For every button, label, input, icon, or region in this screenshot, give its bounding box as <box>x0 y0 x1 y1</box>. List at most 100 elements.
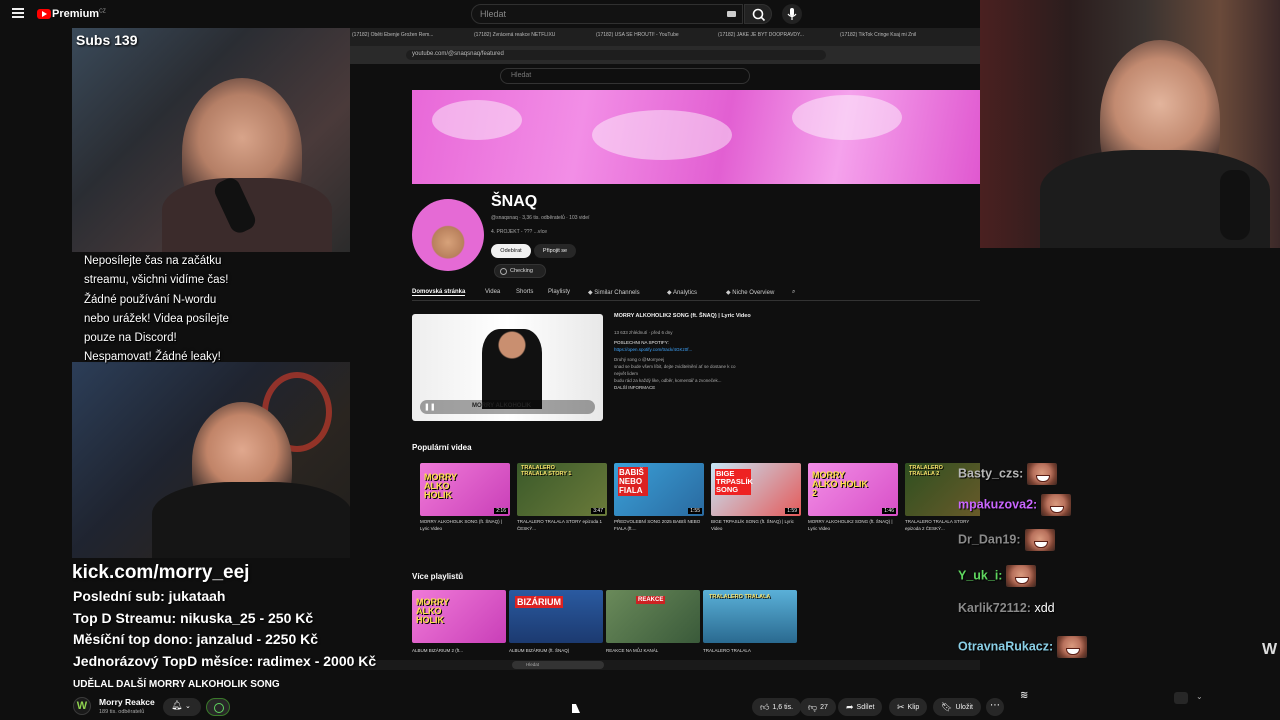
browser-tab[interactable]: (17182) JAKÉ JE BÝT DOOPRAVDY... <box>718 32 838 42</box>
more-actions-button[interactable]: ⋯ <box>986 698 1004 716</box>
subscriber-count: 189 tis. odběratelů <box>99 709 145 715</box>
export-icon[interactable] <box>1174 692 1188 704</box>
stat-line: Poslední sub: jukataah <box>73 588 226 604</box>
taskbar-search[interactable]: Hledat <box>512 661 604 669</box>
search-input[interactable]: Hledat <box>471 4 743 24</box>
tab-similar-channels[interactable]: ◆ Similar Channels <box>588 289 640 296</box>
channel-tabs: Domovská stránka Videa Shorts Playlisty … <box>412 287 980 301</box>
emote-icon <box>1041 494 1072 516</box>
spotify-link[interactable]: https://open.spotify.com/track/4GKz0f... <box>614 346 804 353</box>
rule-line: Nespamovat! Žádné leaky! <box>84 351 221 364</box>
channel-avatar[interactable] <box>412 199 484 271</box>
youtube-logo-icon[interactable] <box>37 9 51 19</box>
video-title[interactable]: MORRY ALKOHOLIK SONG (ft. ŠNAQ) | Lyric … <box>420 518 512 532</box>
tab-shorts[interactable]: Shorts <box>516 289 533 295</box>
pause-icon[interactable]: ❚❚ <box>424 403 436 411</box>
menu-icon[interactable] <box>12 8 24 18</box>
microphone-button[interactable] <box>782 4 802 24</box>
kick-url: kick.com/morry_eej <box>72 562 250 583</box>
search-icon[interactable]: ⌕ <box>792 289 795 296</box>
sort-icon[interactable]: ≋ <box>1020 690 1028 701</box>
playlist-title[interactable]: ALBUM BIZÁRIUM 2 (ft... <box>412 648 508 653</box>
rule-line: pouze na Discord! <box>84 332 177 345</box>
video-thumbnail[interactable]: BABIŠ NEBO FIALA 1:55 <box>614 463 704 516</box>
inner-search-input[interactable]: Hledat <box>500 68 750 84</box>
save-button[interactable]: 🔖︎ Uložit <box>933 698 981 716</box>
membership-button[interactable] <box>206 698 230 716</box>
notifications-button[interactable]: 🔔︎ ⌄ <box>163 698 201 716</box>
playlist-thumbnail[interactable]: REAKCE <box>606 590 700 643</box>
featured-title[interactable]: MORRY ALKOHOLIK2 SONG (ft. ŠNAQ) | Lyric… <box>614 313 751 319</box>
url-field[interactable]: youtube.com/@snaqsnaq/featured <box>406 50 826 60</box>
rule-line: Žádné používání N-wordu <box>84 293 217 306</box>
playlist-title[interactable]: TRALALERO TRALALA <box>703 648 799 653</box>
channel-avatar[interactable]: W <box>73 697 91 715</box>
subscribe-button[interactable]: Odebírat <box>491 244 531 258</box>
rule-line: nebo urážek! Videa posílejte <box>84 312 229 325</box>
featured-video-player[interactable]: ❚❚ MORRY ALKOHOLIK <box>412 314 603 421</box>
video-thumbnail[interactable]: MORRY ALKO HOLIK 2 1:46 <box>808 463 898 516</box>
microphone-prop <box>1220 170 1250 240</box>
spinner-icon <box>500 268 507 275</box>
browser-tab[interactable]: (17182) USA SE HROUTÍ! - YouTube <box>596 32 716 42</box>
chat-username: Dr_Dan19: <box>958 532 1021 547</box>
more-info-link[interactable]: DALŠÍ INFORMACE <box>614 384 804 391</box>
channel-description[interactable]: 4. PROJEKT - ??? ...více <box>491 229 547 235</box>
video-thumbnail[interactable]: TRALALERO TRALALA STORY 1 3:47 <box>517 463 607 516</box>
video-thumbnail[interactable]: BIGE TRPASLÍK SONG 1:59 <box>711 463 801 516</box>
popular-heading: Populární videa <box>412 443 472 452</box>
chat-message: Karlik72112: xdd <box>958 601 1055 623</box>
video-title[interactable]: PŘEDVOLEBNÍ SONG 2025 BABIŠ NEBO FIALA (… <box>614 518 706 532</box>
channel-name[interactable]: Morry Reakce <box>99 697 155 707</box>
thumb-up-icon: 👍︎ <box>760 702 770 712</box>
emote-icon <box>1027 463 1058 485</box>
stream-rules: Neposílejte čas na začátku streamu, všic… <box>84 252 350 368</box>
playlist-title[interactable]: REAKCE NA MŮJ KANÁL <box>606 648 702 653</box>
chat-username: Basty_czs: <box>958 466 1024 481</box>
browser-tab[interactable]: (17182) Zvrácená reakce NETFLIXU <box>474 32 594 42</box>
chat-username: OtravnaRukacz: <box>958 639 1054 654</box>
stat-line: Měsíční top dono: janzalud - 2250 Kč <box>73 631 319 647</box>
tab-home[interactable]: Domovská stránka <box>412 289 466 296</box>
browser-tabs: (17182) Oběti Ebenje Grožen Rem... (1718… <box>350 28 980 46</box>
channel-meta: @snaqsnaq · 3,36 tis. odběratelů · 103 v… <box>491 215 590 221</box>
tab-niche-overview[interactable]: ◆ Niche Overview <box>726 289 774 296</box>
chat-username: Karlik72112: <box>958 601 1031 615</box>
mouse-cursor <box>572 704 580 713</box>
video-title[interactable]: BIGE TRPASLÍK SONG (ft. ŠNAQ) | Lyric Vi… <box>711 518 803 532</box>
playlist-thumbnail[interactable]: BIZÁRIUM <box>509 590 603 643</box>
playlist-thumbnail[interactable]: MORRY ALKO HOLIK <box>412 590 506 643</box>
like-button[interactable]: 👍︎ 1,6 tis. <box>752 698 802 716</box>
emote-icon <box>1006 565 1037 587</box>
microphone-icon <box>787 8 797 20</box>
join-button[interactable]: Připojit se <box>534 244 576 258</box>
dislike-button[interactable]: 👎︎ 27 <box>800 698 836 716</box>
browser-tab[interactable]: (17182) Oběti Ebenje Grožen Rem... <box>352 32 472 42</box>
video-title[interactable]: MORRY ALKOHOLIK2 SONG (ft. ŠNAQ) | Lyric… <box>808 518 900 532</box>
scissors-icon: ✂ <box>897 702 905 712</box>
browser-tab[interactable]: (17182) TikTok Cringe Ksaj mi Znil <box>840 32 960 42</box>
chevron-down-icon[interactable]: ⌄ <box>1196 692 1203 701</box>
video-thumbnail[interactable]: MORRY ALKO HOLIK 2:16 <box>420 463 510 516</box>
right-panel: ≋ ⌄ <box>1014 686 1214 720</box>
tab-analytics[interactable]: ◆ Analytics <box>667 289 697 296</box>
webcam-guest-right <box>980 0 1280 248</box>
channel-name: ŠNAQ <box>491 193 538 210</box>
tab-playlists[interactable]: Playlisty <box>548 289 570 295</box>
video-title[interactable]: TRALALERO TRALALA STORY epizoda 1 ČESKÝ.… <box>517 518 609 532</box>
playlist-thumbnail[interactable]: TRALALERO TRALALA <box>703 590 797 643</box>
keyboard-icon[interactable] <box>727 11 736 17</box>
tab-videos[interactable]: Videa <box>485 289 500 295</box>
share-button[interactable]: ➦ Sdílet <box>838 698 883 716</box>
brand-label[interactable]: PremiumCZ <box>52 8 106 20</box>
search-button[interactable] <box>744 4 772 24</box>
clip-button[interactable]: ✂ Klip <box>889 698 928 716</box>
chat-text: xdd <box>1034 601 1055 615</box>
video-figure <box>482 329 542 409</box>
featured-thumb-text: MORRY ALKOHOLIK <box>472 403 532 409</box>
checking-button[interactable]: Checking <box>494 264 546 278</box>
stat-line: Jednorázový TopD měsíce: radimex - 2000 … <box>73 652 377 669</box>
chat-username: Y_uk_i: <box>958 568 1003 583</box>
stat-line: Top D Streamu: nikuska_25 - 250 Kč <box>73 609 314 626</box>
playlist-title[interactable]: ALBUM BIZÁRIUM (ft. ŠNAQ) <box>509 648 605 653</box>
